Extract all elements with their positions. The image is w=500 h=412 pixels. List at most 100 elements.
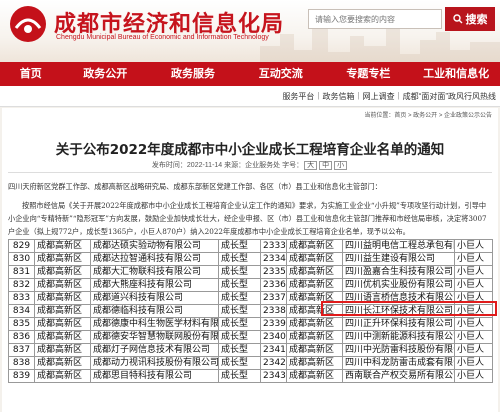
article-container: 当前位置：首页 > 政务公开 > 企业政策公示公告 关于公布2022年度成都市中… xyxy=(2,108,498,412)
cell-district: 成都高新区 xyxy=(34,278,91,292)
cell-category: 成长型 xyxy=(218,252,261,266)
cell-row-number: 832 xyxy=(8,278,35,292)
article-paragraph-1: 四川天府新区党群工作部、成都高新区战略研究局、成都东部新区党建工作部、各区（市）… xyxy=(8,182,382,191)
quick-link-survey[interactable]: 网上调查 xyxy=(363,91,395,102)
cell-category-2: 小巨人 xyxy=(454,252,493,266)
nav-gov-services[interactable]: 政务服务 xyxy=(149,62,237,86)
nav-gov-affairs-open[interactable]: 政务公开 xyxy=(61,62,149,86)
cell-company-name-2: 四川语言桥信息技术有限公司 xyxy=(342,291,455,305)
font-size-medium-button[interactable]: 中 xyxy=(319,161,333,170)
table-row: 832 成都高新区 成都大熊座科技有限公司 成长型 2336 成都高新区 四川优机实业股份有… xyxy=(8,278,493,292)
cell-district-2: 成都高新区 xyxy=(286,252,343,266)
cell-district: 成都高新区 xyxy=(34,291,91,305)
cell-category: 成长型 xyxy=(218,356,261,370)
nav-home[interactable]: 首页 xyxy=(0,62,61,86)
quick-link-mailbox[interactable]: 政务信箱 xyxy=(323,91,355,102)
article-title: 关于公布2022年度成都市中小企业成长工程培育企业名单的通知 xyxy=(55,142,445,158)
nav-industry-it[interactable]: 工业和信息化 xyxy=(412,62,500,86)
cell-row-number: 834 xyxy=(8,304,35,318)
cell-company-name-2: 四川中光防雷科技股份有限公司 xyxy=(342,343,455,357)
cell-category-2: 小巨人 xyxy=(454,317,493,331)
cell-category-2: 小巨人 xyxy=(454,239,493,253)
table-row: 829 成都高新区 成都达硕实验动物有限公司 成长型 2333 成都高新区 四川益明电信工程… xyxy=(8,239,493,253)
cell-row-number: 839 xyxy=(8,369,35,383)
table-row: 836 成都高新区 成都德安华智慧物联网股份有限 成长型 2340 成都高新区 四川中测新能… xyxy=(8,330,493,344)
cell-row-number: 837 xyxy=(8,343,35,357)
cell-district: 成都高新区 xyxy=(34,239,91,253)
cell-district: 成都高新区 xyxy=(34,304,91,318)
breadcrumb[interactable]: 当前位置：首页 > 政务公开 > 企业政策公示公告 xyxy=(364,110,492,119)
cell-category-2: 小巨人 xyxy=(454,304,493,318)
cell-district-2: 成都高新区 xyxy=(286,239,343,253)
table-row: 835 成都高新区 成都德康中科生物医学材料有限 成长型 2339 成都高新区 四川正升环保… xyxy=(8,317,493,331)
cell-company-name: 成都德临科技有限公司 xyxy=(90,304,219,318)
cell-row-number-2: 2334 xyxy=(260,252,287,266)
cell-district: 成都高新区 xyxy=(34,317,91,331)
cell-category: 成长型 xyxy=(218,291,261,305)
cell-district-2: 成都高新区 xyxy=(286,369,343,383)
search-button[interactable]: 搜索 xyxy=(445,7,495,31)
cell-district-2: 成都高新区 xyxy=(286,265,343,279)
font-size-large-button[interactable]: 大 xyxy=(304,161,318,170)
cell-district: 成都高新区 xyxy=(34,343,91,357)
cell-company-name: 成都大汇物联科技有限公司 xyxy=(90,265,219,279)
cell-company-name-2: 四川益生建设有限公司 xyxy=(342,252,455,266)
quick-links-bar: 服务平台 | 政务信箱 | 网上调查 | 成都“面对面”政风行风热线 xyxy=(0,86,500,107)
cell-district-2: 成都高新区 xyxy=(286,304,343,318)
cell-category-2: 小巨人 xyxy=(454,369,493,383)
cell-category: 成长型 xyxy=(218,369,261,383)
cell-row-number: 831 xyxy=(8,265,35,279)
main-nav: 首页 政务公开 政务服务 互动交流 专题专栏 工业和信息化 xyxy=(0,62,500,86)
cell-category-2: 小巨人 xyxy=(454,265,493,279)
table-row: 837 成都高新区 成都灯子网信息技术有限公司 成长型 2341 成都高新区 四川中光防雷科… xyxy=(8,343,493,357)
cell-row-number-2: 2336 xyxy=(260,278,287,292)
cell-category: 成长型 xyxy=(218,343,261,357)
cell-row-number-2: 2338 xyxy=(260,304,287,318)
cell-category: 成长型 xyxy=(218,278,261,292)
cell-row-number: 833 xyxy=(8,291,35,305)
separator: | xyxy=(397,91,400,100)
cell-row-number-2: 2343 xyxy=(260,369,287,383)
cell-category-2: 小巨人 xyxy=(454,356,493,370)
search-input[interactable] xyxy=(308,9,442,29)
quick-link-hotline[interactable]: 成都“面对面”政风行风热线 xyxy=(403,91,496,102)
cell-category-2: 小巨人 xyxy=(454,343,493,357)
cell-company-name: 成都道兴科技有限公司 xyxy=(90,291,219,305)
cell-company-name-2: 四川盈嘉合生科技有限公司 xyxy=(342,265,455,279)
cell-row-number-2: 2333 xyxy=(260,239,287,253)
article-meta-text: 发布时间：2022-11-14 来源：企业服务处 字号： xyxy=(151,162,304,169)
table-row: 830 成都高新区 成都达拉智通科技有限公司 成长型 2334 成都高新区 四川益生建设有限… xyxy=(8,252,493,266)
cell-category: 成长型 xyxy=(218,304,261,318)
site-header: 成都市经济和信息化局 Chengdu Municipal Bureau of E… xyxy=(0,0,500,62)
divider xyxy=(8,172,492,173)
cell-company-name-2: 西南联合产权交易所有限公司 xyxy=(342,369,455,383)
cell-district: 成都高新区 xyxy=(34,265,91,279)
cell-row-number-2: 2337 xyxy=(260,291,287,305)
table-row: 838 成都高新区 成都动力视讯科技股份有限公司 成长型 2342 成都高新区 四川中科龙防… xyxy=(8,356,493,370)
cell-district: 成都高新区 xyxy=(34,356,91,370)
cell-row-number: 838 xyxy=(8,356,35,370)
cell-company-name-2: 四川优机实业股份有限公司 xyxy=(342,278,455,292)
cell-company-name-2: 四川益明电信工程总承包有限公司 xyxy=(342,239,455,253)
site-subtitle: Chengdu Municipal Bureau of Economic and… xyxy=(56,34,269,41)
nav-special-topics[interactable]: 专题专栏 xyxy=(325,62,413,86)
table-row: 834 成都高新区 成都德临科技有限公司 成长型 2338 成都高新区 四川长江环保技术有限… xyxy=(8,304,493,318)
cell-category-2: 小巨人 xyxy=(454,278,493,292)
cell-company-name: 成都达硕实验动物有限公司 xyxy=(90,239,219,253)
search-button-label: 搜索 xyxy=(465,14,488,26)
bureau-logo-icon xyxy=(10,6,46,42)
cell-row-number: 829 xyxy=(8,239,35,253)
quick-link-service-platform[interactable]: 服务平台 xyxy=(282,91,314,102)
cell-company-name-2: 四川中测新能源科技有限公司 xyxy=(342,330,455,344)
article-meta: 发布时间：2022-11-14 来源：企业服务处 字号：大中小 xyxy=(2,160,498,170)
cell-company-name: 成都达拉智通科技有限公司 xyxy=(90,252,219,266)
cell-company-name: 成都动力视讯科技股份有限公司 xyxy=(90,356,219,370)
cell-row-number-2: 2341 xyxy=(260,343,287,357)
nav-interaction[interactable]: 互动交流 xyxy=(237,62,325,86)
cell-company-name: 成都德安华智慧物联网股份有限 xyxy=(90,330,219,344)
cell-company-name: 成都德康中科生物医学材料有限 xyxy=(90,317,219,331)
cell-company-name-2: 四川长江环保技术有限公司 xyxy=(342,304,455,318)
cell-row-number-2: 2339 xyxy=(260,317,287,331)
cell-row-number: 835 xyxy=(8,317,35,331)
font-size-small-button[interactable]: 小 xyxy=(334,161,348,170)
